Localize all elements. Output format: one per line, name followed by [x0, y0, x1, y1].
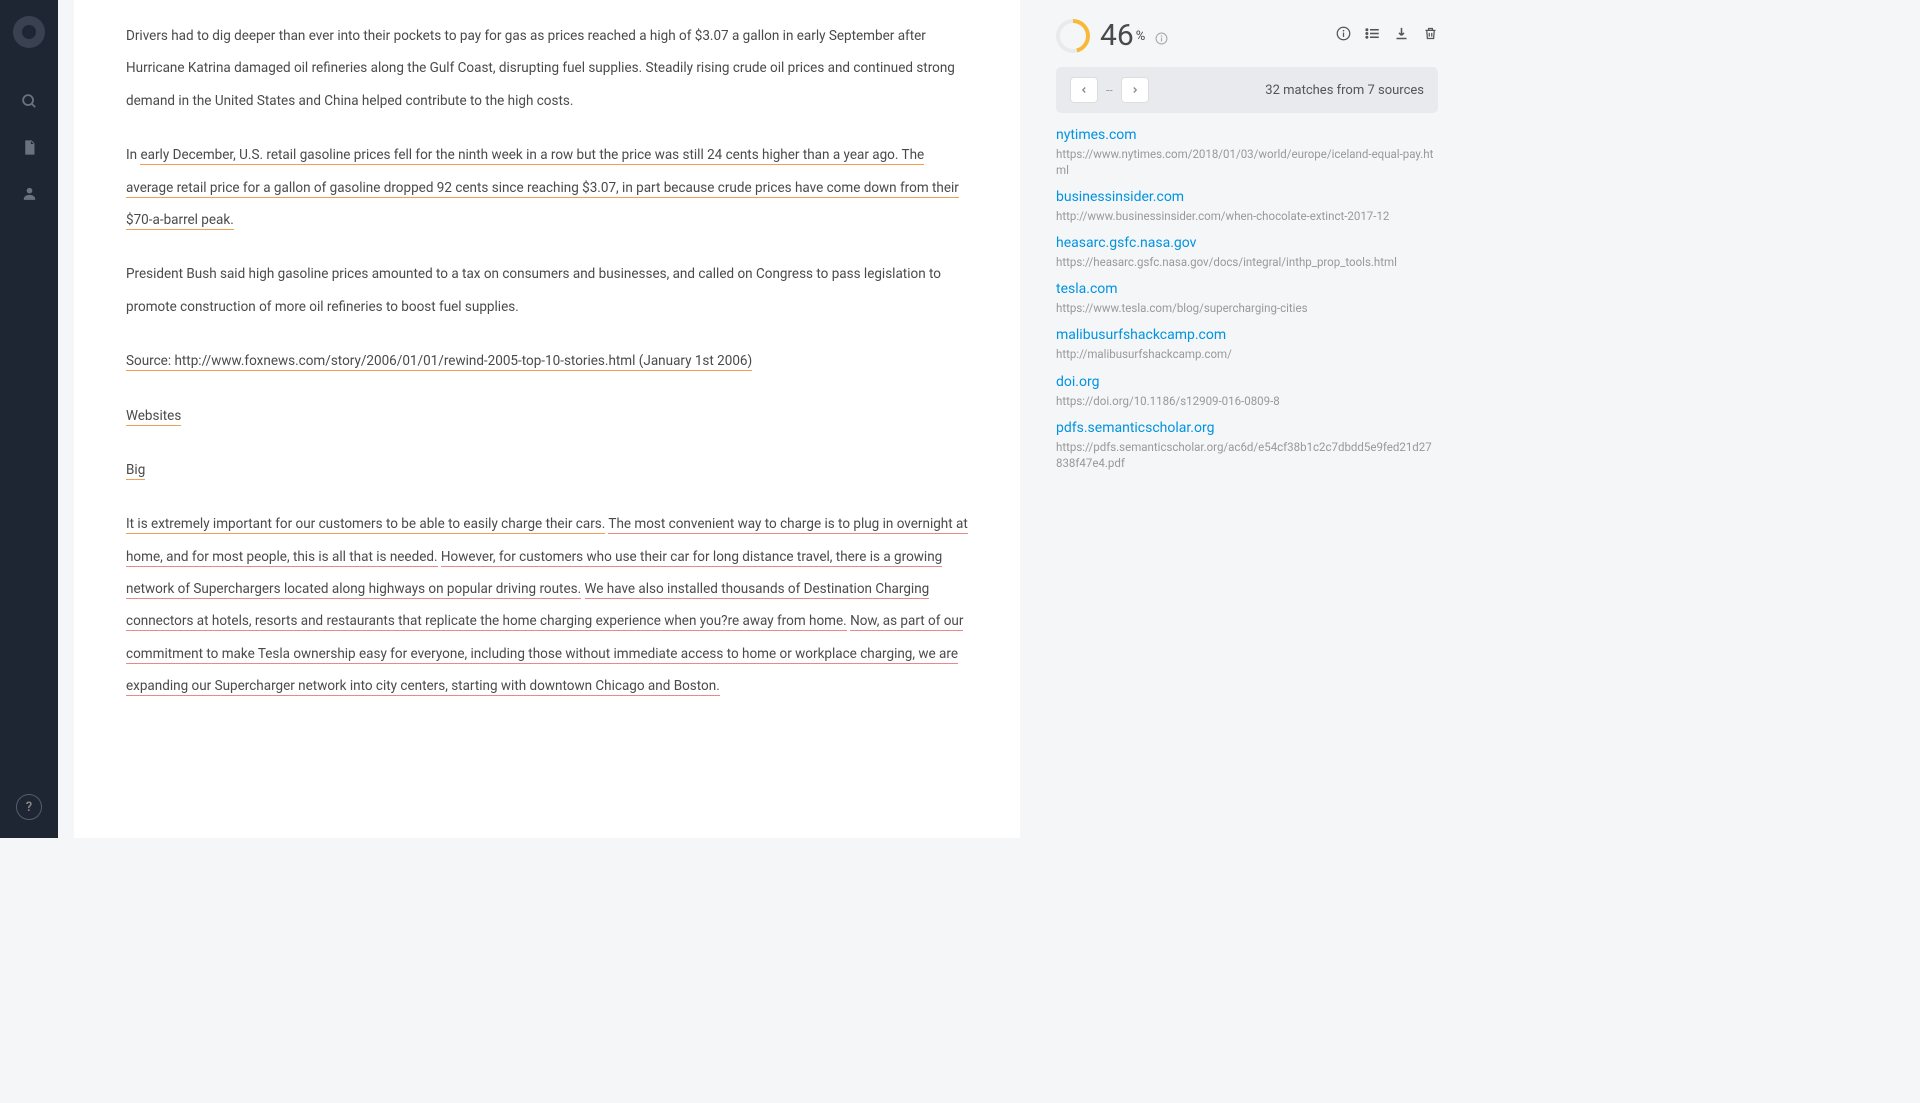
text: In: [126, 147, 140, 163]
paragraph: Drivers had to dig deeper than ever into…: [126, 20, 968, 117]
highlighted-text: It is extremely important for our custom…: [126, 516, 605, 534]
source-item: malibusurfshackcamp.com http://malibusurf…: [1056, 327, 1438, 362]
score-unit: %: [1136, 29, 1146, 44]
source-line: Source: http://www.foxnews.com/story/200…: [126, 345, 968, 377]
user-nav[interactable]: [0, 170, 58, 216]
results-panel: 46% --: [1036, 0, 1458, 838]
highlighted-text: Source: http://www.foxnews.com/story/200…: [126, 353, 752, 371]
info-icon[interactable]: [1336, 26, 1351, 45]
chevron-left-icon: [1079, 85, 1089, 95]
source-url: https://heasarc.gsfc.nasa.gov/docs/integ…: [1056, 254, 1438, 270]
app-logo[interactable]: [13, 16, 45, 48]
source-url: https://www.tesla.com/blog/supercharging…: [1056, 300, 1438, 316]
score-number: 46: [1100, 18, 1134, 53]
source-item: businessinsider.com http://www.businessin…: [1056, 189, 1438, 224]
trash-icon[interactable]: [1423, 26, 1438, 45]
source-link[interactable]: businessinsider.com: [1056, 189, 1438, 205]
score-gauge: [1056, 19, 1090, 53]
source-item: doi.org https://doi.org/10.1186/s12909-01…: [1056, 374, 1438, 409]
match-nav: -- 32 matches from 7 sources: [1056, 67, 1438, 113]
source-item: nytimes.com https://www.nytimes.com/2018/…: [1056, 127, 1438, 178]
chevron-right-icon: [1130, 85, 1140, 95]
source-url: https://www.nytimes.com/2018/01/03/world…: [1056, 146, 1438, 178]
download-icon[interactable]: [1394, 26, 1409, 45]
match-summary: 32 matches from 7 sources: [1265, 83, 1424, 98]
paragraph: In early December, U.S. retail gasoline …: [126, 139, 968, 236]
source-link[interactable]: tesla.com: [1056, 281, 1438, 297]
source-item: tesla.com https://www.tesla.com/blog/supe…: [1056, 281, 1438, 316]
highlighted-text: Websites: [126, 408, 181, 426]
sidebar: ?: [0, 0, 58, 838]
search-nav[interactable]: [0, 78, 58, 124]
action-icons: [1336, 26, 1438, 45]
document-icon: [21, 139, 38, 156]
document-nav[interactable]: [0, 124, 58, 170]
paragraph: President Bush said high gasoline prices…: [126, 258, 968, 323]
heading: Websites: [126, 400, 968, 432]
highlighted-text: early December, U.S. retail gasoline pri…: [126, 147, 959, 230]
source-link[interactable]: pdfs.semanticscholar.org: [1056, 420, 1438, 436]
source-url: http://malibusurfshackcamp.com/: [1056, 346, 1438, 362]
source-link[interactable]: nytimes.com: [1056, 127, 1438, 143]
score-value: 46%: [1100, 18, 1168, 53]
source-url: http://www.businessinsider.com/when-choc…: [1056, 208, 1438, 224]
info-icon[interactable]: [1155, 34, 1168, 49]
source-item: pdfs.semanticscholar.org https://pdfs.sem…: [1056, 420, 1438, 471]
source-link[interactable]: malibusurfshackcamp.com: [1056, 327, 1438, 343]
nav-separator: --: [1106, 83, 1113, 97]
help-button[interactable]: ?: [16, 794, 42, 820]
paragraph: It is extremely important for our custom…: [126, 508, 968, 702]
list-icon[interactable]: [1365, 26, 1380, 45]
source-item: heasarc.gsfc.nasa.gov https://heasarc.gsf…: [1056, 235, 1438, 270]
source-url: https://pdfs.semanticscholar.org/ac6d/e5…: [1056, 439, 1438, 471]
prev-match-button[interactable]: [1070, 77, 1098, 103]
heading: Big: [126, 454, 968, 486]
user-icon: [21, 185, 38, 202]
source-link[interactable]: heasarc.gsfc.nasa.gov: [1056, 235, 1438, 251]
score-row: 46%: [1056, 18, 1438, 53]
source-list: nytimes.com https://www.nytimes.com/2018/…: [1056, 127, 1438, 471]
source-url: https://doi.org/10.1186/s12909-016-0809-…: [1056, 393, 1438, 409]
search-icon: [21, 93, 38, 110]
source-link[interactable]: doi.org: [1056, 374, 1438, 390]
highlighted-text: Big: [126, 462, 145, 480]
document-content: Drivers had to dig deeper than ever into…: [74, 0, 1020, 838]
next-match-button[interactable]: [1121, 77, 1149, 103]
